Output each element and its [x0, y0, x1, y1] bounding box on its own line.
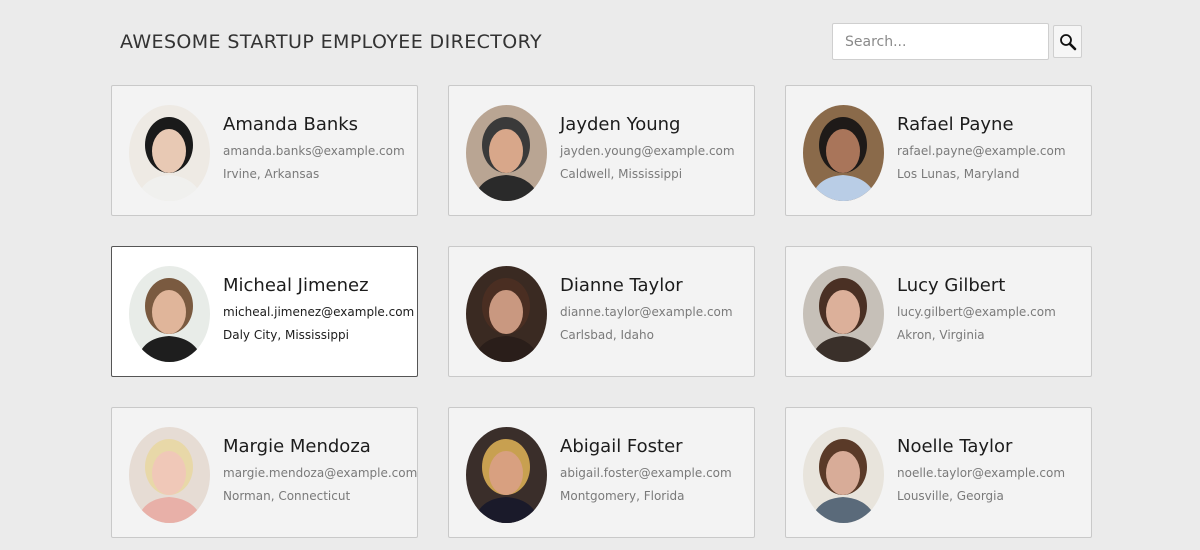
employee-email: micheal.jimenez@example.com [223, 305, 415, 319]
employee-location: Los Lunas, Maryland [897, 167, 1020, 181]
avatar [129, 266, 210, 362]
employee-card[interactable]: Micheal Jimenez micheal.jimenez@example.c… [111, 246, 418, 377]
employee-name: Lucy Gilbert [897, 275, 1006, 296]
employee-info: Abigail Foster abigail.foster@example.com… [560, 436, 748, 503]
employee-email: dianne.taylor@example.com [560, 305, 733, 319]
employee-card[interactable]: Jayden Young jayden.young@example.com Cald… [448, 85, 755, 216]
employee-info: Amanda Banks amanda.banks@example.com Irvi… [223, 114, 411, 181]
employee-info: Noelle Taylor noelle.taylor@example.com Lo… [897, 436, 1085, 503]
employee-location: Carlsbad, Idaho [560, 328, 654, 342]
employee-email: abigail.foster@example.com [560, 466, 732, 480]
employee-info: Dianne Taylor dianne.taylor@example.com Ca… [560, 275, 748, 342]
employee-name: Amanda Banks [223, 114, 359, 135]
employee-card[interactable]: Amanda Banks amanda.banks@example.com Irvi… [111, 85, 418, 216]
employee-email: lucy.gilbert@example.com [897, 305, 1056, 319]
employee-info: Margie Mendoza margie.mendoza@example.com… [223, 436, 418, 503]
employee-location: Lousville, Georgia [897, 489, 1004, 503]
employee-email: noelle.taylor@example.com [897, 466, 1066, 480]
avatar [466, 105, 547, 201]
employee-name: Margie Mendoza [223, 436, 371, 457]
employee-location: Daly City, Mississippi [223, 328, 349, 342]
page-title: AWESOME STARTUP EMPLOYEE DIRECTORY [120, 31, 543, 53]
employee-name: Abigail Foster [560, 436, 683, 457]
employee-card[interactable]: Dianne Taylor dianne.taylor@example.com Ca… [448, 246, 755, 377]
employee-name: Micheal Jimenez [223, 275, 369, 296]
employee-location: Irvine, Arkansas [223, 167, 320, 181]
employee-location: Montgomery, Florida [560, 489, 685, 503]
employee-email: rafael.payne@example.com [897, 144, 1066, 158]
avatar [466, 427, 547, 523]
avatar [803, 427, 884, 523]
employee-card[interactable]: Margie Mendoza margie.mendoza@example.com… [111, 407, 418, 538]
page-header: AWESOME STARTUP EMPLOYEE DIRECTORY [0, 0, 1200, 80]
avatar [129, 105, 210, 201]
employee-name: Jayden Young [560, 114, 681, 135]
employee-email: amanda.banks@example.com [223, 144, 405, 158]
avatar [803, 105, 884, 201]
employee-info: Lucy Gilbert lucy.gilbert@example.com Akro… [897, 275, 1085, 342]
avatar [129, 427, 210, 523]
employee-info: Micheal Jimenez micheal.jimenez@example.c… [223, 275, 415, 342]
avatar [803, 266, 884, 362]
magnifier-icon [1059, 33, 1076, 50]
employee-name: Noelle Taylor [897, 436, 1013, 457]
employee-card[interactable]: Noelle Taylor noelle.taylor@example.com Lo… [785, 407, 1092, 538]
employee-location: Norman, Connecticut [223, 489, 351, 503]
employee-name: Rafael Payne [897, 114, 1014, 135]
avatar [466, 266, 547, 362]
employee-email: margie.mendoza@example.com [223, 466, 418, 480]
employee-email: jayden.young@example.com [560, 144, 735, 158]
employee-card[interactable]: Abigail Foster abigail.foster@example.com… [448, 407, 755, 538]
employee-location: Caldwell, Mississippi [560, 167, 683, 181]
employee-card[interactable]: Lucy Gilbert lucy.gilbert@example.com Akro… [785, 246, 1092, 377]
employee-name: Dianne Taylor [560, 275, 683, 296]
search-input[interactable] [832, 23, 1049, 60]
employee-card[interactable]: Rafael Payne rafael.payne@example.com Los … [785, 85, 1092, 216]
employee-info: Jayden Young jayden.young@example.com Cald… [560, 114, 748, 181]
employee-info: Rafael Payne rafael.payne@example.com Los … [897, 114, 1085, 181]
employee-location: Akron, Virginia [897, 328, 985, 342]
search-button[interactable] [1053, 25, 1082, 58]
